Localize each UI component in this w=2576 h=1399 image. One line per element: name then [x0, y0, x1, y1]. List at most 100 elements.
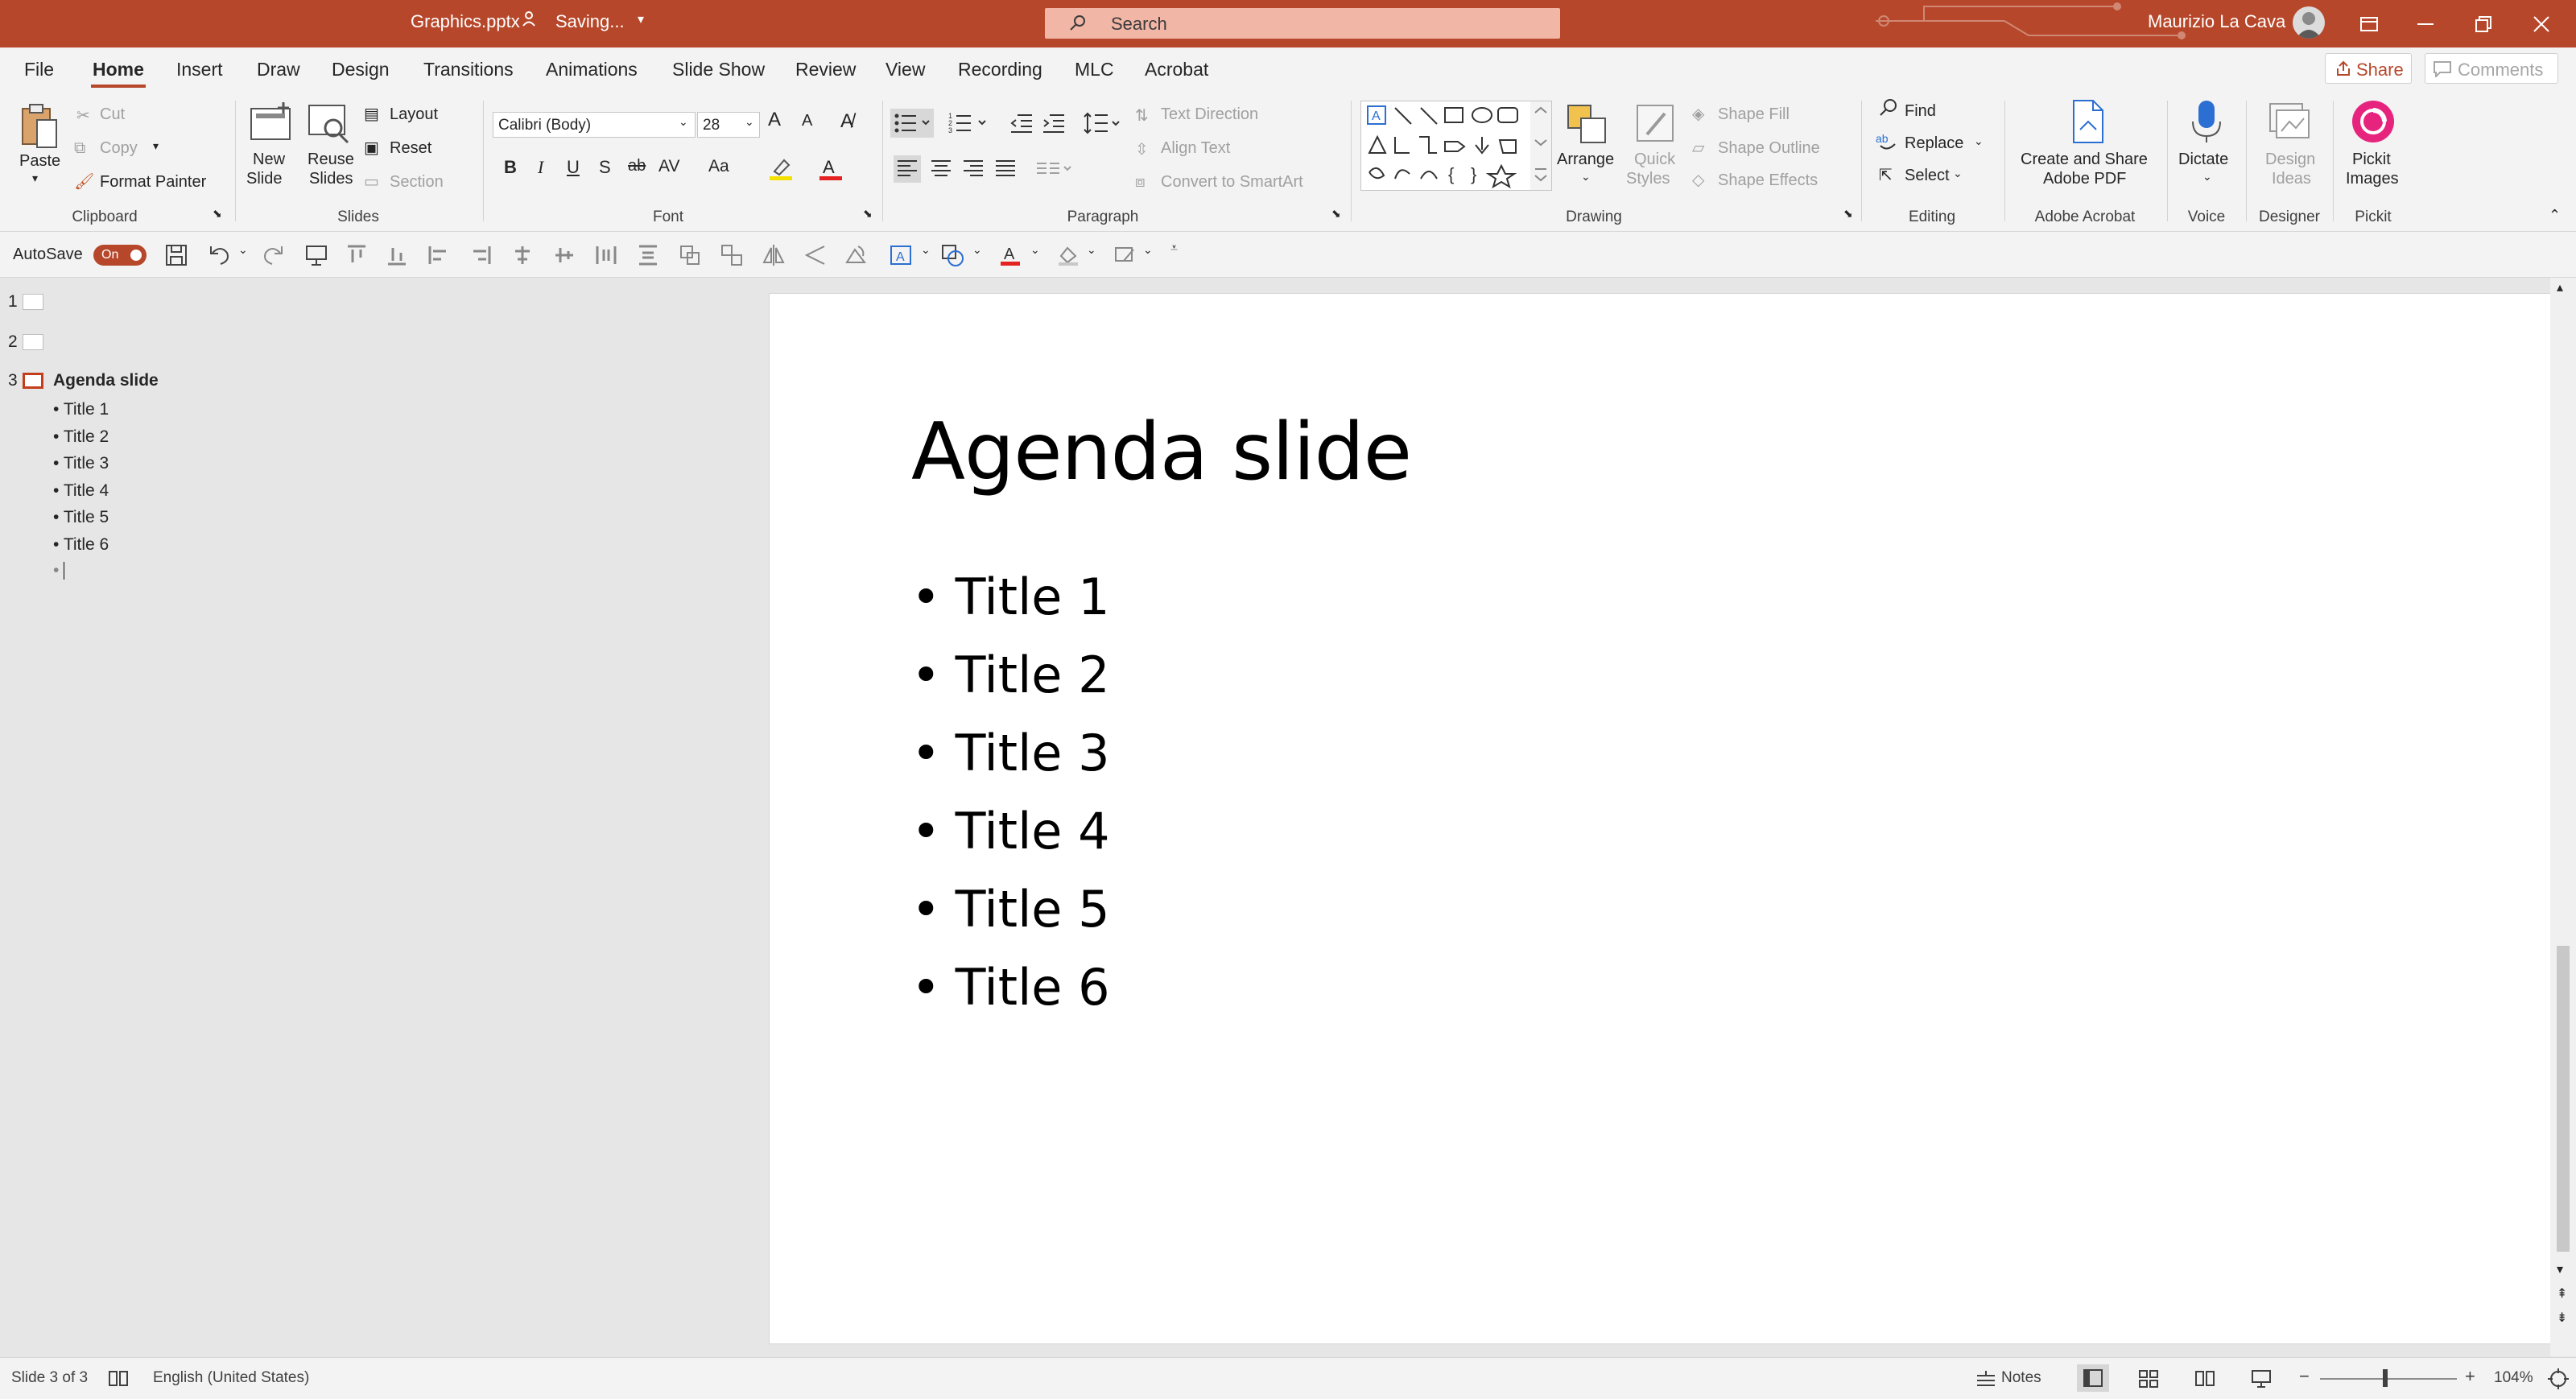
comments-button[interactable]: Comments	[2425, 53, 2558, 84]
zoom-slider-thumb[interactable]	[2383, 1369, 2388, 1387]
font-color-icon[interactable]: A	[818, 155, 844, 181]
new-slide-label-1[interactable]: New	[253, 151, 285, 169]
arrange-button[interactable]: Arrange	[1557, 151, 1614, 169]
language-indicator[interactable]: English (United States)	[153, 1369, 309, 1387]
align-middle-icon[interactable]	[552, 243, 576, 267]
slide-bullet[interactable]: Title 2	[911, 646, 1110, 724]
outline-bullet[interactable]: • Title 3	[53, 454, 109, 473]
layout-button[interactable]: Layout	[390, 105, 438, 124]
tab-home[interactable]: Home	[93, 59, 144, 80]
outline-bullet[interactable]: • Title 1	[53, 400, 109, 419]
chevron-down-icon[interactable]: ⌄	[238, 243, 248, 257]
pdf-icon[interactable]	[2067, 99, 2107, 144]
create-share-pdf-label-1[interactable]: Create and Share	[2021, 151, 2148, 169]
slide-bullet-list[interactable]: Title 1 Title 2 Title 3 Title 4 Title 5 …	[911, 567, 1110, 1036]
paste-icon[interactable]	[19, 102, 60, 151]
paste-button[interactable]: Paste	[19, 152, 60, 171]
pickit-icon[interactable]	[2351, 99, 2396, 144]
autosave-toggle[interactable]: On	[93, 245, 147, 266]
chevron-down-icon[interactable]: ⌄	[972, 243, 982, 257]
text-direction-button[interactable]: Text Direction	[1161, 105, 1258, 124]
redo-icon[interactable]	[261, 243, 285, 267]
shapes-gallery[interactable]: A {}	[1360, 101, 1552, 191]
chevron-down-icon[interactable]: ⌄	[2202, 170, 2212, 184]
zoom-level[interactable]: 104%	[2494, 1369, 2533, 1387]
replace-button[interactable]: Replace	[1905, 134, 1963, 153]
tab-draw[interactable]: Draw	[257, 59, 300, 80]
notes-button[interactable]: Notes	[2001, 1369, 2041, 1387]
distribute-vertical-icon[interactable]	[636, 243, 660, 267]
shape-fill-button[interactable]: Shape Fill	[1718, 105, 1790, 124]
save-icon[interactable]	[164, 243, 188, 267]
outline-bullet[interactable]: • Title 5	[53, 508, 109, 527]
chevron-down-icon[interactable]: ▾	[638, 11, 644, 27]
normal-view-button[interactable]	[2077, 1364, 2109, 1392]
slide-bullet[interactable]: Title 1	[911, 567, 1110, 646]
align-right-icon[interactable]	[960, 155, 987, 183]
tab-design[interactable]: Design	[332, 59, 390, 80]
design-ideas-icon[interactable]	[2267, 99, 2312, 144]
slide-canvas[interactable]: Agenda slide Title 1 Title 2 Title 3 Tit…	[770, 294, 2576, 1343]
ungroup-objects-icon[interactable]	[720, 243, 744, 267]
dialog-launcher-icon[interactable]: ⬊	[1331, 207, 1341, 221]
outline-bullet[interactable]: • Title 2	[53, 427, 109, 447]
cut-button[interactable]: Cut	[100, 105, 125, 124]
close-icon[interactable]	[2513, 0, 2570, 47]
slideshow-view-icon[interactable]	[2251, 1369, 2272, 1389]
vertical-scrollbar[interactable]: ▴ ▾ ⇞ ⇟	[2550, 278, 2576, 1356]
ribbon-display-options-icon[interactable]	[2341, 0, 2397, 47]
user-name[interactable]: Maurizio La Cava	[2148, 11, 2285, 32]
tab-slide-show[interactable]: Slide Show	[672, 59, 765, 80]
rotate-icon[interactable]	[844, 243, 868, 267]
tab-review[interactable]: Review	[795, 59, 856, 80]
bold-button[interactable]: B	[504, 157, 517, 178]
next-slide-icon[interactable]: ⇟	[2557, 1310, 2567, 1326]
highlight-icon[interactable]	[768, 155, 794, 181]
outline-slide-icon-selected[interactable]	[23, 373, 43, 389]
outline-pane[interactable]: 1 2 3 Agenda slide • Title 1 • Title 2 •…	[0, 278, 284, 1356]
zoom-in-button[interactable]: +	[2465, 1366, 2475, 1387]
align-text-button[interactable]: Align Text	[1161, 139, 1230, 158]
shape-effects-button[interactable]: Shape Effects	[1718, 171, 1818, 190]
dialog-launcher-icon[interactable]: ⬊	[863, 207, 873, 221]
minimize-icon[interactable]	[2397, 0, 2454, 47]
font-size-select[interactable]: 28 ⌄	[697, 112, 760, 138]
font-color-icon[interactable]: A	[998, 243, 1022, 267]
start-slideshow-icon[interactable]	[304, 243, 328, 267]
convert-smartart-button[interactable]: Convert to SmartArt	[1161, 173, 1303, 192]
slide-bullet[interactable]: Title 6	[911, 958, 1110, 1036]
outline-slide-title[interactable]: Agenda slide	[53, 371, 159, 390]
reuse-slides-label-2[interactable]: Slides	[309, 170, 353, 188]
slide-title[interactable]: Agenda slide	[911, 406, 1412, 498]
new-slide-label-2[interactable]: Slide	[246, 170, 282, 188]
zoom-slider[interactable]	[2320, 1378, 2457, 1380]
customize-toolbar-icon[interactable]: ⩡	[1170, 241, 1178, 256]
reading-view-icon[interactable]	[2194, 1369, 2215, 1389]
align-center-icon[interactable]	[927, 155, 955, 183]
font-name-select[interactable]: Calibri (Body) ⌄	[493, 112, 696, 138]
scroll-down-icon[interactable]: ▾	[2557, 1261, 2563, 1277]
change-case-button[interactable]: Aa	[708, 157, 729, 176]
chevron-down-icon[interactable]: ⌄	[1974, 134, 1984, 148]
chevron-down-icon[interactable]: ▾	[32, 171, 38, 185]
align-right-objects-icon[interactable]	[469, 243, 493, 267]
align-bottom-icon[interactable]	[385, 243, 409, 267]
bullets-icon[interactable]	[890, 109, 934, 138]
reuse-slides-label-1[interactable]: Reuse	[308, 151, 354, 169]
design-ideas-label-1[interactable]: Design	[2265, 151, 2315, 169]
chevron-down-icon[interactable]: ⌄	[1030, 243, 1040, 257]
outline-empty-bullet[interactable]: •	[53, 561, 65, 580]
copy-button[interactable]: Copy	[100, 139, 138, 158]
tab-view[interactable]: View	[886, 59, 925, 80]
reset-button[interactable]: Reset	[390, 139, 431, 158]
previous-slide-icon[interactable]: ⇞	[2557, 1286, 2567, 1302]
pickit-images-label-1[interactable]: Pickit	[2352, 151, 2391, 169]
new-slide-icon[interactable]	[248, 101, 293, 146]
shape-fill-icon[interactable]	[1056, 243, 1080, 267]
design-ideas-label-2[interactable]: Ideas	[2272, 170, 2311, 188]
align-left-icon[interactable]	[894, 155, 921, 183]
increase-indent-icon[interactable]	[1042, 112, 1066, 134]
align-center-objects-icon[interactable]	[510, 243, 535, 267]
numbering-icon[interactable]: 123	[948, 110, 989, 136]
slide-bullet[interactable]: Title 5	[911, 880, 1110, 958]
